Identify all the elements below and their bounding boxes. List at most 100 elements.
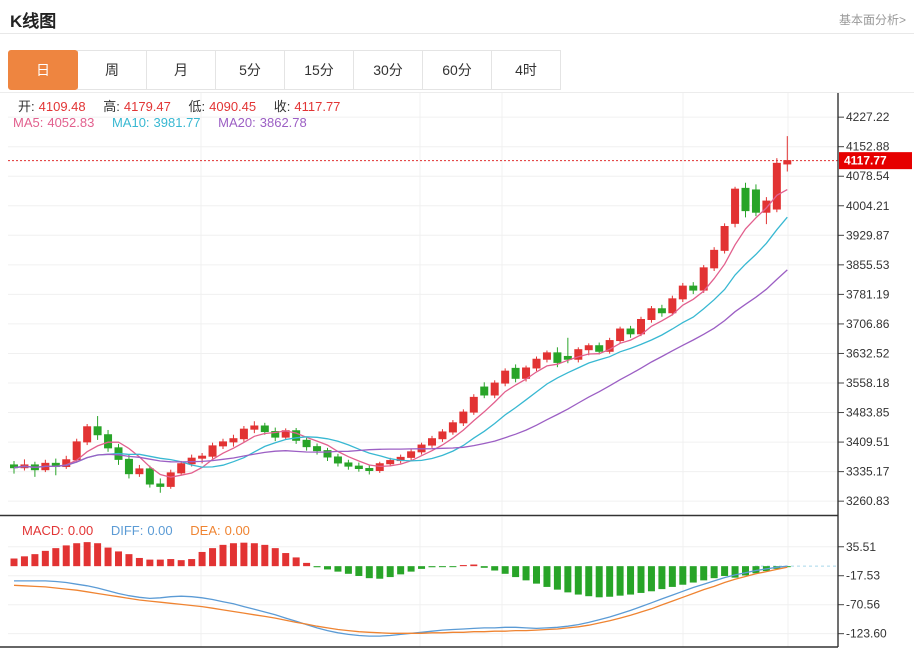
candle-body (344, 462, 353, 467)
macd-histogram-bar (564, 566, 572, 593)
macd-legend: MACD: 0.00 DIFF: 0.00 DEA: 0.00 (22, 523, 254, 538)
macd-histogram-bar (418, 566, 426, 569)
y-axis-label: 4227.22 (846, 110, 890, 124)
candle-body (595, 345, 604, 352)
ma20-label: MA20: (218, 115, 256, 130)
candle-body (772, 162, 781, 210)
macd-axis-label: -123.60 (846, 627, 887, 641)
period-tab-bar: 日 周 月 5分 15分 30分 60分 4时 (8, 50, 561, 90)
macd-histogram-bar (62, 545, 70, 567)
candle-body (501, 370, 510, 384)
macd-histogram-bar (428, 566, 436, 568)
macd-histogram-bar (689, 566, 697, 583)
close-label: 收: (273, 99, 291, 114)
ma10-value: 3981.77 (153, 115, 201, 130)
macd-histogram-bar (167, 559, 175, 567)
candle-body (135, 468, 144, 475)
candle-body (313, 446, 322, 452)
y-axis-label: 3781.19 (846, 287, 890, 301)
candle-body (731, 188, 740, 224)
tab-week[interactable]: 周 (77, 50, 147, 90)
macd-histogram-bar (637, 566, 645, 593)
macd-histogram-bar (83, 542, 91, 567)
macd-histogram-bar (721, 566, 729, 576)
macd-histogram-bar (10, 558, 18, 567)
macd-histogram-bar (219, 544, 227, 567)
tab-5min[interactable]: 5分 (215, 50, 285, 90)
high-value: 4179.47 (123, 99, 171, 114)
kline-chart-canvas[interactable]: 4227.22 4152.88 4078.54 4004.21 3929.87 3855.… (0, 93, 914, 650)
macd-histogram-bar (647, 566, 655, 592)
candle-body (699, 267, 708, 291)
candle-body (198, 455, 207, 459)
macd-histogram-bar (449, 566, 457, 568)
candle-body (124, 458, 133, 475)
macd-histogram-bar (31, 554, 39, 567)
candle-body (386, 460, 395, 465)
candle-body (626, 328, 635, 335)
candle-body (407, 451, 416, 458)
candle-body (260, 425, 269, 433)
macd-histogram-bar (438, 566, 446, 568)
candle-body (166, 472, 175, 487)
macd-histogram-bar (522, 566, 530, 581)
macd-histogram-bar (156, 559, 164, 567)
diff-value: 0.00 (147, 523, 173, 538)
macd-histogram-bar (125, 554, 133, 567)
macd-histogram-bar (282, 553, 290, 567)
tab-60min[interactable]: 60分 (422, 50, 492, 90)
candle-body (72, 441, 81, 461)
candle-body (647, 308, 656, 320)
macd-histogram-bar (470, 564, 478, 567)
macd-histogram-bar (376, 566, 384, 579)
macd-histogram-bar (115, 551, 122, 567)
ohlc-legend: 开: 4109.48 高: 4179.47 低: 4090.45 收: 4117.77 (18, 96, 344, 115)
ma5-value: 4052.83 (47, 115, 95, 130)
tab-15min[interactable]: 15分 (284, 50, 354, 90)
y-axis-label: 4078.54 (846, 169, 890, 183)
y-axis-label: 3632.52 (846, 346, 890, 360)
dea-label: DEA: (190, 523, 221, 538)
macd-histogram-bar (668, 566, 676, 587)
macd-histogram-bar (229, 543, 237, 567)
candle-body (365, 468, 374, 471)
candle-body (438, 431, 447, 440)
candle-body (302, 439, 311, 448)
candle-body (145, 468, 154, 485)
kline-chart-area[interactable]: 4227.22 4152.88 4078.54 4004.21 3929.87 3855.… (0, 92, 914, 650)
candle-body (448, 422, 457, 433)
candle-body (532, 358, 541, 369)
tab-day[interactable]: 日 (8, 50, 78, 90)
candle-body (616, 328, 625, 342)
fundamental-analysis-link[interactable]: 基本面分析> (839, 11, 906, 28)
candle-body (542, 352, 551, 360)
candle-body (668, 298, 677, 314)
candle-body (229, 438, 238, 443)
macd-histogram-bar (41, 550, 49, 567)
candle-body (490, 382, 499, 396)
candle-body (428, 438, 436, 446)
page-title: K线图 (10, 12, 57, 31)
macd-value: 0.00 (67, 523, 94, 538)
y-axis-label: 3409.51 (846, 435, 890, 449)
macd-histogram-bar (742, 566, 749, 576)
macd-histogram-bar (355, 566, 363, 576)
macd-histogram-bar (135, 557, 143, 567)
y-axis-label: 3483.85 (846, 406, 890, 420)
candle-body (250, 425, 259, 430)
tab-30min[interactable]: 30分 (353, 50, 423, 90)
macd-histogram-bar (313, 566, 321, 568)
y-axis-label: 3558.18 (846, 376, 890, 390)
macd-label: MACD: (22, 523, 64, 538)
tab-4hour[interactable]: 4时 (491, 50, 561, 90)
candle-body (375, 463, 384, 471)
macd-histogram-bar (512, 566, 520, 578)
macd-histogram-bar (480, 566, 488, 568)
macd-histogram-bar (700, 566, 708, 581)
ma20-value: 3862.78 (259, 115, 307, 130)
macd-histogram-bar (543, 566, 551, 587)
tab-month[interactable]: 月 (146, 50, 216, 90)
macd-histogram-bar (94, 543, 102, 567)
open-value: 4109.48 (38, 99, 86, 114)
candle-body (553, 352, 562, 363)
